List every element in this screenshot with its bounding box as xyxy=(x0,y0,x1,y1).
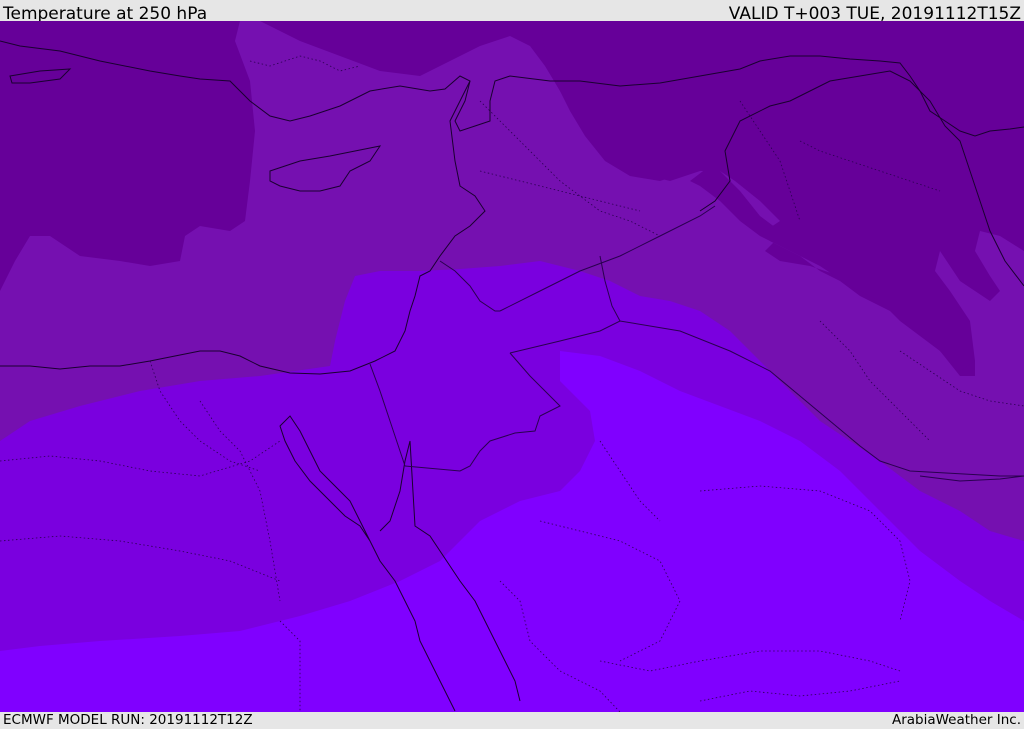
model-run-info: ECMWF MODEL RUN: 20191112T12Z xyxy=(3,712,253,728)
map-canvas[interactable] xyxy=(0,21,1024,712)
provider-credit: ArabiaWeather Inc. xyxy=(891,712,1021,728)
footer-bar: ECMWF MODEL RUN: 20191112T12Z ArabiaWeat… xyxy=(0,712,1024,729)
header-bar: Temperature at 250 hPa VALID T+003 TUE, … xyxy=(0,0,1024,24)
temperature-map[interactable] xyxy=(0,21,1024,712)
